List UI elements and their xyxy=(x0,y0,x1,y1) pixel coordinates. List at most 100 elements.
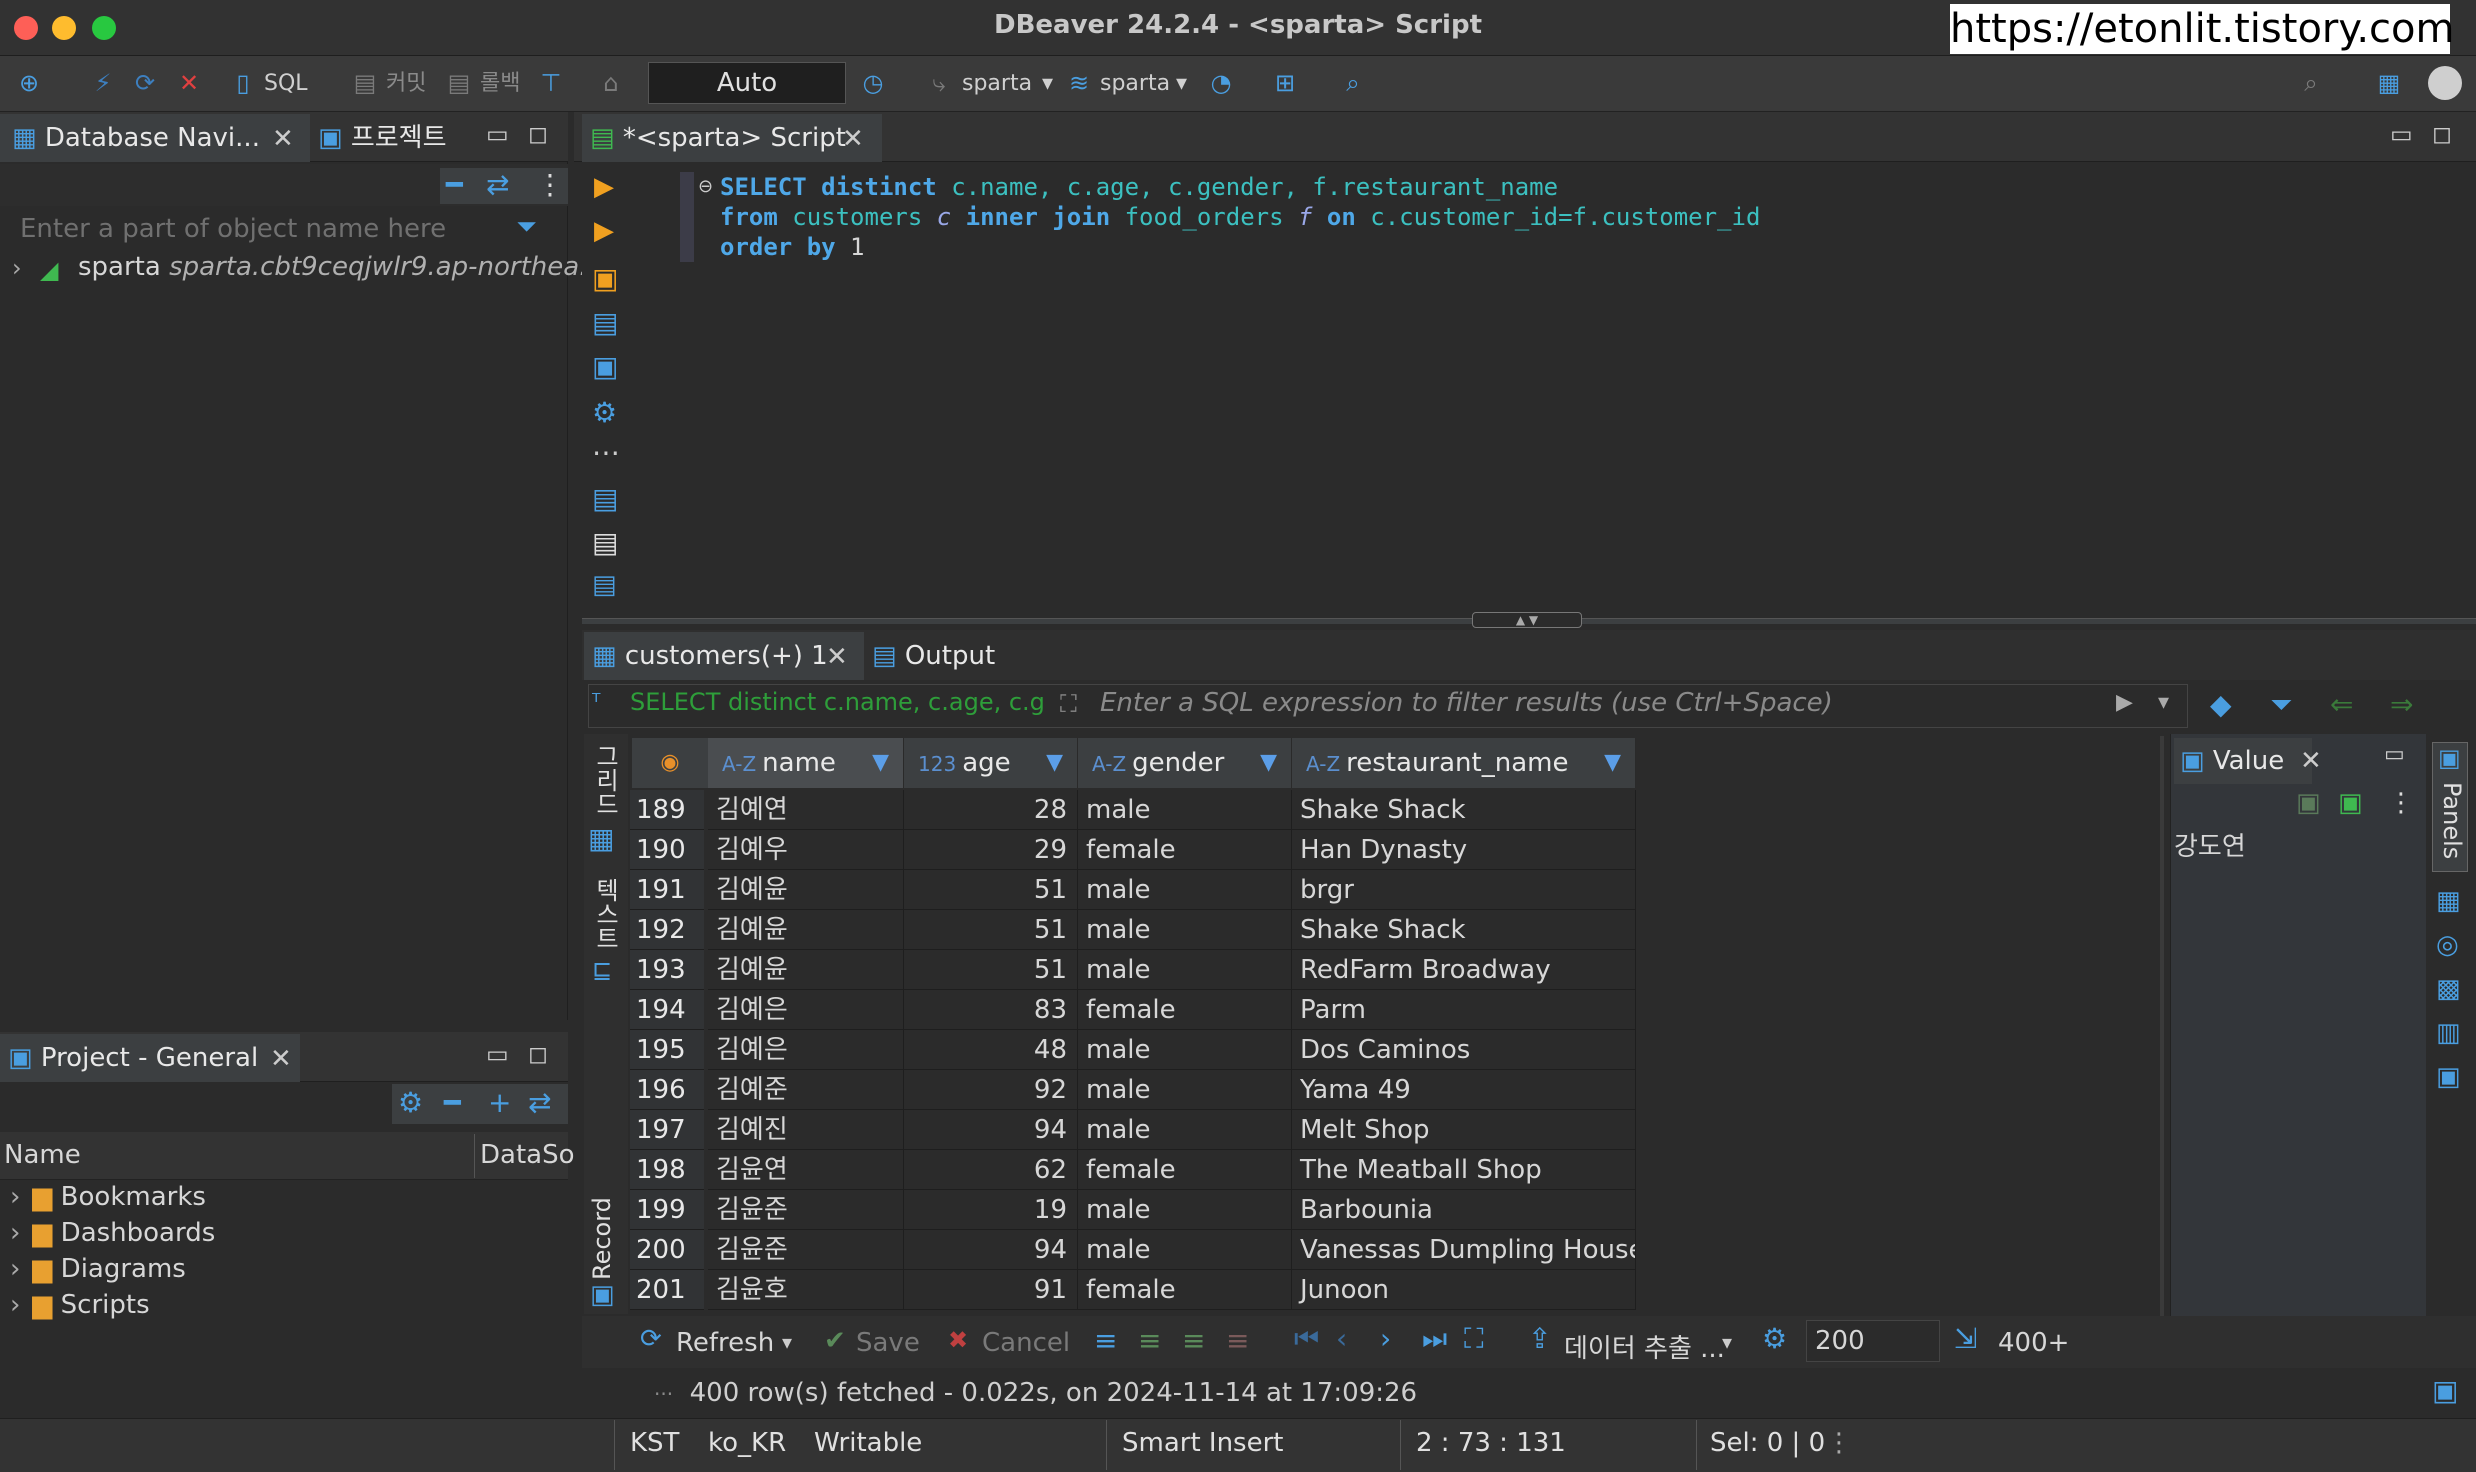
rollback-button[interactable]: 롤백 xyxy=(480,68,520,100)
value-viewer-icon[interactable]: ▣ xyxy=(2436,1062,2461,1092)
tab-text[interactable]: 텍스트 xyxy=(588,878,623,962)
cell-gender[interactable]: female xyxy=(1078,1150,1292,1190)
first-page-icon[interactable]: ⏮ xyxy=(1294,1322,1319,1356)
cell-gender[interactable]: male xyxy=(1078,1110,1292,1150)
link-icon[interactable]: ⇄ xyxy=(528,1086,551,1119)
filter-icon[interactable]: ⏷ xyxy=(2270,688,2292,722)
settings-icon[interactable]: ⚙ xyxy=(398,1086,423,1119)
column-header-name[interactable]: A-Z name ▼ xyxy=(708,738,904,788)
sql-button-label[interactable]: SQL xyxy=(264,68,308,100)
cell-gender[interactable]: male xyxy=(1078,950,1292,990)
more-icon[interactable]: ⋮ xyxy=(1826,1428,1852,1458)
save-button[interactable]: Save xyxy=(856,1328,920,1358)
cell-name[interactable]: 김예우 xyxy=(708,830,904,870)
cell-restaurant-name[interactable]: brgr xyxy=(1292,870,1636,910)
tree-item-bookmarks[interactable]: › ▆ Bookmarks xyxy=(0,1182,206,1218)
perspective-icon[interactable]: ▦ xyxy=(2374,68,2404,98)
expand-icon[interactable]: ⛶ xyxy=(1060,690,1077,718)
refresh-button[interactable]: Refresh xyxy=(676,1328,774,1358)
close-icon[interactable]: ✕ xyxy=(842,124,864,154)
cell-name[interactable]: 김예은 xyxy=(708,990,904,1030)
chevron-right-icon[interactable]: › xyxy=(12,254,22,282)
save-script-icon[interactable]: ▤ xyxy=(592,526,618,559)
filter-input[interactable]: Enter a SQL expression to filter results… xyxy=(1100,688,1833,718)
references-icon[interactable]: ◎ xyxy=(2436,930,2459,960)
cell-age[interactable]: 51 xyxy=(904,950,1078,990)
cell-restaurant-name[interactable]: Han Dynasty xyxy=(1292,830,1636,870)
cell-restaurant-name[interactable]: Yama 49 xyxy=(1292,1070,1636,1110)
maximize-panel-icon[interactable]: ◻ xyxy=(528,1040,548,1068)
disconnect-icon[interactable]: ✕ xyxy=(174,68,204,98)
history-icon[interactable]: ◷ xyxy=(858,68,888,98)
tab-database-navigator[interactable]: ▦ Database Navi... xyxy=(0,114,310,162)
table-row[interactable]: 199 김윤준 19 male Barbounia xyxy=(630,1190,1636,1230)
table-row[interactable]: 192 김예윤 51 male Shake Shack xyxy=(630,910,1636,950)
table-row[interactable]: 194 김예은 83 female Parm xyxy=(630,990,1636,1030)
cell-name[interactable]: 김예윤 xyxy=(708,950,904,990)
calc-icon[interactable]: ▩ xyxy=(2436,974,2461,1004)
table-row[interactable]: 195 김예은 48 male Dos Caminos xyxy=(630,1030,1636,1070)
edit-row-icon[interactable]: ≡ xyxy=(1094,1324,1117,1357)
tree-item-scripts[interactable]: › ▆ Scripts xyxy=(0,1290,150,1326)
sort-icon[interactable]: ▼ xyxy=(872,738,889,788)
column-header-datasource[interactable]: DataSo xyxy=(480,1140,575,1170)
export-icon[interactable]: ⇪ xyxy=(1528,1322,1551,1355)
row-count[interactable]: 400+ xyxy=(1998,1328,2069,1358)
cell-name[interactable]: 김예은 xyxy=(708,1030,904,1070)
table-row[interactable]: 190 김예우 29 female Han Dynasty xyxy=(630,830,1636,870)
close-icon[interactable]: ✕ xyxy=(2300,746,2322,776)
cell-restaurant-name[interactable]: Shake Shack xyxy=(1292,910,1636,950)
tab-value[interactable]: ▣ Value xyxy=(2174,738,2312,784)
column-header-gender[interactable]: A-Z gender ▼ xyxy=(1078,738,1292,788)
sql-editor[interactable]: SELECT distinct c.name, c.age, c.gender,… xyxy=(720,172,2460,262)
cell-name[interactable]: 김예연 xyxy=(708,790,904,830)
cancel-button[interactable]: Cancel xyxy=(982,1328,1070,1358)
tab-grid[interactable]: 그리드 xyxy=(588,744,623,818)
table-row[interactable]: 193 김예윤 51 male RedFarm Broadway xyxy=(630,950,1636,990)
eraser-icon[interactable]: ◆ xyxy=(2210,688,2232,721)
cell-age[interactable]: 92 xyxy=(904,1070,1078,1110)
cell-gender[interactable]: male xyxy=(1078,870,1292,910)
cell-gender[interactable]: female xyxy=(1078,990,1292,1030)
tree-item-diagrams[interactable]: › ▆ Diagrams xyxy=(0,1254,186,1290)
cell-age[interactable]: 28 xyxy=(904,790,1078,830)
more-icon[interactable]: ⋮ xyxy=(536,168,564,201)
cell-restaurant-name[interactable]: Parm xyxy=(1292,990,1636,1030)
close-icon[interactable]: ✕ xyxy=(272,124,294,154)
add-row-icon[interactable]: ≡ xyxy=(1138,1324,1161,1357)
sort-icon[interactable]: ▼ xyxy=(1046,738,1063,788)
minimize-panel-icon[interactable]: ▭ xyxy=(486,1040,509,1068)
chevron-down-icon[interactable]: ▾ xyxy=(1176,68,1187,100)
cell-name[interactable]: 김윤호 xyxy=(708,1270,904,1310)
rollback-icon[interactable]: ▤ xyxy=(444,68,474,98)
reconnect-icon[interactable]: ⟳ xyxy=(130,68,160,98)
avatar[interactable] xyxy=(2428,66,2462,100)
cell-name[interactable]: 김예윤 xyxy=(708,870,904,910)
connect-icon[interactable]: ⚡ xyxy=(88,68,118,98)
navigator-search-input[interactable]: Enter a part of object name here xyxy=(20,214,446,244)
cell-age[interactable]: 51 xyxy=(904,870,1078,910)
cell-restaurant-name[interactable]: Barbounia xyxy=(1292,1190,1636,1230)
tab-record[interactable]: Record xyxy=(588,1180,616,1280)
connection-item[interactable]: sparta sparta.cbt9ceqjwlr9.ap-northea... xyxy=(78,252,604,282)
close-icon[interactable]: ✕ xyxy=(826,642,848,672)
cell-name[interactable]: 김윤준 xyxy=(708,1230,904,1270)
dashboard-icon[interactable]: ◔ xyxy=(1206,68,1236,98)
tab-script[interactable]: ▤ *<sparta> Script xyxy=(582,114,882,162)
load-script-icon[interactable]: ▤ xyxy=(592,482,618,515)
execute-statement-icon[interactable]: ▶ xyxy=(594,172,614,202)
cell-age[interactable]: 94 xyxy=(904,1230,1078,1270)
cell-gender[interactable]: male xyxy=(1078,1070,1292,1110)
transaction-mode-select[interactable]: Auto xyxy=(648,62,846,104)
cell-name[interactable]: 김예윤 xyxy=(708,910,904,950)
cell-age[interactable]: 51 xyxy=(904,910,1078,950)
collapse-icon[interactable]: ━ xyxy=(444,1086,461,1119)
minimize-panel-icon[interactable]: ▭ xyxy=(2390,120,2413,148)
copy-row-icon[interactable]: ≡ xyxy=(1182,1324,1205,1357)
cell-gender[interactable]: female xyxy=(1078,830,1292,870)
execute-script-icon[interactable]: ▣ xyxy=(592,262,618,295)
table-row[interactable]: 200 김윤준 94 male Vanessas Dumpling House xyxy=(630,1230,1636,1270)
variables-icon[interactable]: ▤ xyxy=(592,570,617,600)
cell-gender[interactable]: female xyxy=(1078,1270,1292,1310)
cell-restaurant-name[interactable]: RedFarm Broadway xyxy=(1292,950,1636,990)
